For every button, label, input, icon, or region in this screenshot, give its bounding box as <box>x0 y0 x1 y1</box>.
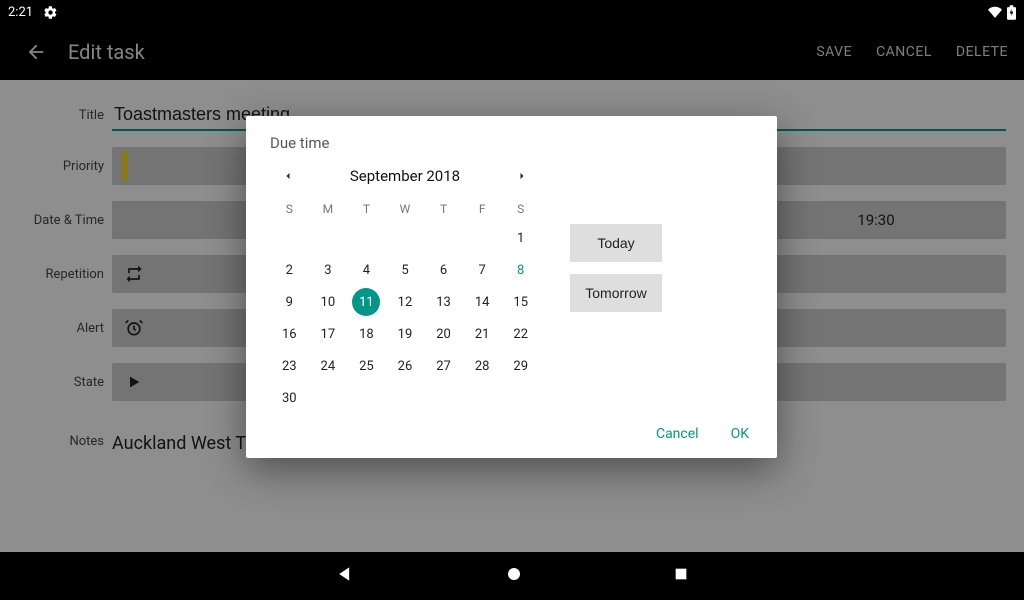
calendar-dow: S <box>501 196 540 222</box>
calendar-day[interactable]: 1 <box>501 222 540 254</box>
today-button[interactable]: Today <box>570 224 662 262</box>
calendar-dow: W <box>386 196 425 222</box>
calendar-day[interactable]: 18 <box>347 318 386 350</box>
calendar-day[interactable]: 21 <box>463 318 502 350</box>
calendar-day[interactable]: 15 <box>501 286 540 318</box>
gear-icon <box>43 5 58 20</box>
calendar-day[interactable]: 16 <box>270 318 309 350</box>
calendar-day[interactable]: 20 <box>424 318 463 350</box>
dialog-ok-button[interactable]: OK <box>731 426 749 442</box>
nav-home-icon[interactable] <box>505 565 523 587</box>
calendar-day[interactable]: 17 <box>309 318 348 350</box>
calendar-day[interactable]: 14 <box>463 286 502 318</box>
calendar-day[interactable]: 25 <box>347 350 386 382</box>
dialog-cancel-button[interactable]: Cancel <box>656 426 699 442</box>
calendar-day[interactable]: 26 <box>386 350 425 382</box>
calendar-day[interactable]: 13 <box>424 286 463 318</box>
calendar-day[interactable]: 30 <box>270 382 309 414</box>
calendar-day[interactable]: 9 <box>270 286 309 318</box>
calendar-day[interactable]: 12 <box>386 286 425 318</box>
calendar-dow: M <box>309 196 348 222</box>
calendar-day[interactable]: 28 <box>463 350 502 382</box>
calendar-day[interactable]: 5 <box>386 254 425 286</box>
calendar-dow: S <box>270 196 309 222</box>
next-month-button[interactable] <box>510 164 534 188</box>
calendar-day[interactable]: 24 <box>309 350 348 382</box>
calendar-day[interactable]: 3 <box>309 254 348 286</box>
calendar-day[interactable]: 8 <box>501 254 540 286</box>
calendar-dow: T <box>424 196 463 222</box>
calendar-dow: F <box>463 196 502 222</box>
calendar-day[interactable]: 7 <box>463 254 502 286</box>
calendar-day[interactable]: 19 <box>386 318 425 350</box>
status-bar: 2:21 <box>0 0 1024 24</box>
calendar-day[interactable]: 2 <box>270 254 309 286</box>
calendar: September 2018 SMTWTFS123456789101112131… <box>270 164 540 414</box>
wifi-icon <box>987 5 1003 19</box>
tomorrow-button[interactable]: Tomorrow <box>570 274 662 312</box>
nav-back-icon[interactable] <box>335 564 355 588</box>
calendar-day[interactable]: 4 <box>347 254 386 286</box>
calendar-day[interactable]: 6 <box>424 254 463 286</box>
calendar-day[interactable]: 27 <box>424 350 463 382</box>
calendar-day[interactable]: 22 <box>501 318 540 350</box>
calendar-day[interactable]: 23 <box>270 350 309 382</box>
due-time-dialog: Due time September 2018 SMTWTFS123456789… <box>246 116 777 458</box>
status-time: 2:21 <box>8 5 33 20</box>
nav-recent-icon[interactable] <box>673 566 689 586</box>
calendar-day[interactable]: 29 <box>501 350 540 382</box>
system-nav-bar <box>0 552 1024 600</box>
prev-month-button[interactable] <box>276 164 300 188</box>
battery-icon <box>1007 5 1016 20</box>
calendar-day[interactable]: 11 <box>347 286 386 318</box>
calendar-day[interactable]: 10 <box>309 286 348 318</box>
calendar-dow: T <box>347 196 386 222</box>
calendar-month-label: September 2018 <box>350 167 460 185</box>
dialog-title: Due time <box>270 134 753 152</box>
